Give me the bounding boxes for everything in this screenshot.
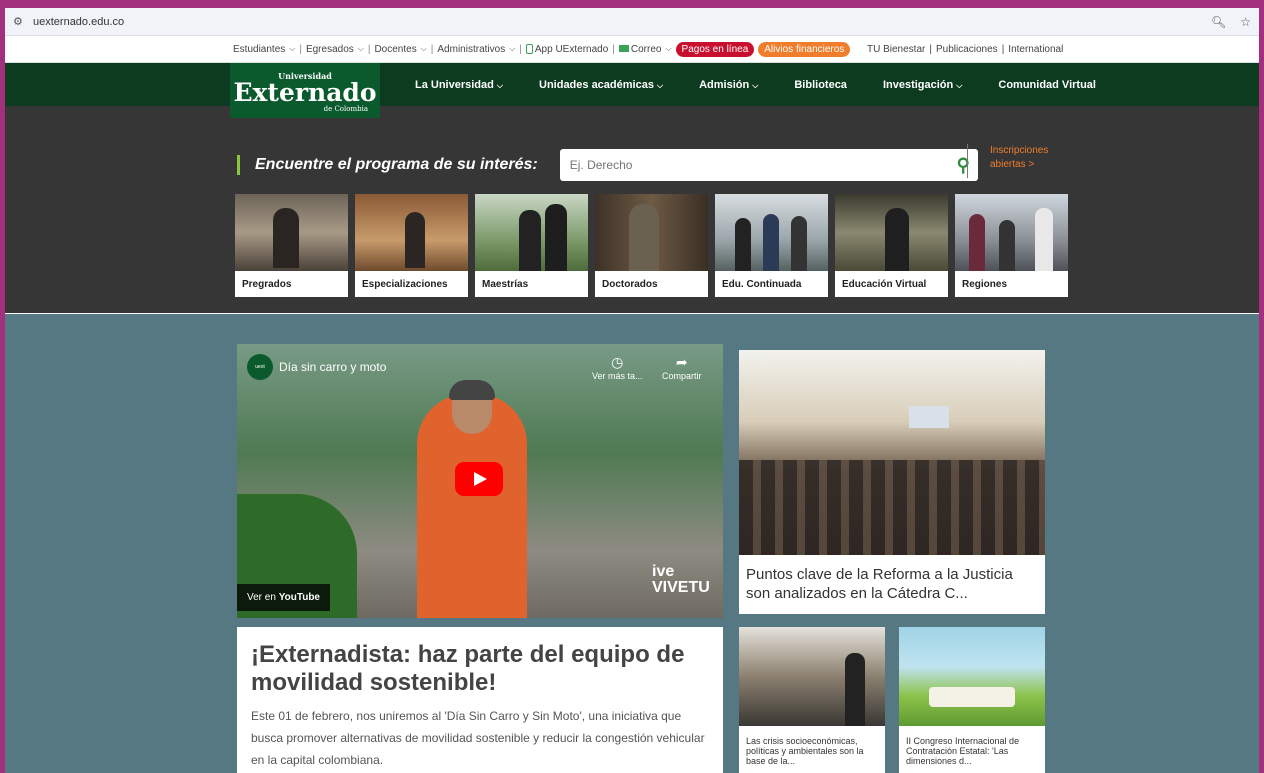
mail-icon bbox=[618, 45, 629, 53]
program-cards: Pregrados Especializaciones Maestrías Do… bbox=[235, 194, 1068, 297]
chevron-down-icon: ⌵ bbox=[496, 80, 503, 90]
news-title[interactable]: Las crisis socioeconómicas, políticas y … bbox=[739, 726, 885, 773]
pagos-button[interactable]: Pagos en línea bbox=[675, 41, 755, 57]
util-link-administrativos[interactable]: Administrativos bbox=[437, 44, 505, 55]
chevron-down-icon: ⌵ bbox=[956, 80, 963, 90]
news-illustration bbox=[899, 627, 1045, 726]
chevron-down-icon: ⌵ bbox=[357, 44, 364, 53]
chevron-down-icon: ⌵ bbox=[752, 80, 759, 90]
chevron-down-icon: ⌵ bbox=[657, 80, 664, 90]
news-photo bbox=[739, 627, 885, 726]
program-card-especializaciones[interactable]: Especializaciones bbox=[355, 194, 468, 297]
zoom-icon[interactable]: 🔍︎ bbox=[1211, 15, 1226, 29]
program-card-regiones[interactable]: Regiones bbox=[955, 194, 1068, 297]
share-button[interactable]: ➦ Compartir bbox=[662, 354, 702, 381]
news-card-crisis[interactable]: Las crisis socioeconómicas, políticas y … bbox=[739, 627, 885, 773]
program-card-doctorados[interactable]: Doctorados bbox=[595, 194, 708, 297]
news-title[interactable]: Puntos clave de la Reforma a la Justicia… bbox=[739, 555, 1045, 613]
nav-biblioteca[interactable]: Biblioteca bbox=[794, 79, 847, 91]
accent-bar bbox=[237, 155, 240, 175]
program-card-maestrias[interactable]: Maestrías bbox=[475, 194, 588, 297]
youtube-logo: YouTube bbox=[278, 592, 320, 603]
program-photo bbox=[475, 194, 588, 271]
nav-unidades[interactable]: Unidades académicas ⌵ bbox=[539, 79, 663, 91]
program-card-educacion-virtual[interactable]: Educación Virtual bbox=[835, 194, 948, 297]
channel-logo[interactable]: uext bbox=[247, 354, 273, 380]
util-link-docentes[interactable]: Docentes bbox=[374, 44, 416, 55]
browser-window: ⚙ uexternado.edu.co 🔍︎ ☆ Estudiantes ⌵ | E… bbox=[5, 8, 1259, 773]
nav-investigacion[interactable]: Investigación ⌵ bbox=[883, 79, 962, 91]
externado-logo[interactable]: Universidad Externado de Colombia bbox=[230, 63, 380, 118]
utility-bar: Estudiantes ⌵ | Egresados ⌵ | Docentes ⌵ | Adm… bbox=[5, 36, 1259, 63]
program-search-band: Encuentre el programa de su interés: ⚲ I… bbox=[5, 106, 1259, 313]
program-photo bbox=[715, 194, 828, 271]
address-bar[interactable]: ⚙ uexternado.edu.co 🔍︎ ☆ bbox=[5, 8, 1259, 36]
nav-admision[interactable]: Admisión ⌵ bbox=[699, 79, 758, 91]
youtube-video[interactable]: uext Día sin carro y moto ◷ Ver más ta...… bbox=[237, 344, 723, 618]
headline-card[interactable]: ¡Externadista: haz parte del equipo de m… bbox=[237, 627, 723, 773]
news-section: uext Día sin carro y moto ◷ Ver más ta...… bbox=[5, 314, 1259, 773]
nav-la-universidad[interactable]: La Universidad ⌵ bbox=[415, 79, 503, 91]
site-settings-icon[interactable]: ⚙ bbox=[13, 16, 25, 28]
phone-icon bbox=[525, 43, 533, 54]
alivios-button[interactable]: Alivios financieros bbox=[758, 41, 851, 57]
search-title: Encuentre el programa de su interés: bbox=[255, 156, 538, 173]
util-link-international[interactable]: International bbox=[1008, 44, 1063, 55]
util-link-bienestar[interactable]: TU Bienestar bbox=[867, 44, 925, 55]
headline-body: Este 01 de febrero, nos uniremos al 'Día… bbox=[251, 709, 705, 767]
clock-icon: ◷ bbox=[611, 354, 624, 370]
news-title[interactable]: II Congreso Internacional de Contratació… bbox=[899, 726, 1045, 773]
watch-on-youtube-button[interactable]: Ver en YouTube bbox=[237, 584, 330, 611]
nav-comunidad-virtual[interactable]: Comunidad Virtual bbox=[998, 79, 1096, 91]
share-icon: ➦ bbox=[675, 354, 688, 370]
util-link-egresados[interactable]: Egresados bbox=[306, 44, 354, 55]
program-photo bbox=[235, 194, 348, 271]
news-card-reforma[interactable]: Puntos clave de la Reforma a la Justicia… bbox=[739, 350, 1045, 614]
util-link-publicaciones[interactable]: Publicaciones bbox=[936, 44, 998, 55]
url-text[interactable]: uexternado.edu.co bbox=[33, 16, 124, 28]
program-card-edu-continuada[interactable]: Edu. Continuada bbox=[715, 194, 828, 297]
chevron-down-icon: ⌵ bbox=[509, 44, 516, 53]
play-button[interactable] bbox=[455, 462, 503, 496]
program-photo bbox=[955, 194, 1068, 271]
util-link-estudiantes[interactable]: Estudiantes bbox=[233, 44, 285, 55]
search-box[interactable]: ⚲ bbox=[559, 149, 978, 181]
chevron-down-icon: ⌵ bbox=[665, 44, 672, 53]
chevron-down-icon: ⌵ bbox=[289, 44, 296, 53]
program-photo bbox=[355, 194, 468, 271]
news-card-congreso[interactable]: II Congreso Internacional de Contratació… bbox=[899, 627, 1045, 773]
vive-tu-logo: ive VIVETU bbox=[652, 563, 710, 596]
app-link[interactable]: App UExternado bbox=[525, 43, 608, 55]
news-photo bbox=[739, 350, 1045, 555]
chevron-down-icon: ⌵ bbox=[420, 44, 427, 53]
search-input[interactable] bbox=[569, 158, 957, 172]
inscripciones-link[interactable]: Inscripciones abiertas > bbox=[967, 144, 1048, 178]
program-card-pregrados[interactable]: Pregrados bbox=[235, 194, 348, 297]
correo-link[interactable]: Correo bbox=[618, 44, 661, 55]
video-title[interactable]: Día sin carro y moto bbox=[279, 360, 386, 374]
watch-later-button[interactable]: ◷ Ver más ta... bbox=[592, 354, 643, 381]
main-nav: Universidad Externado de Colombia La Uni… bbox=[5, 63, 1259, 118]
headline-title[interactable]: ¡Externadista: haz parte del equipo de m… bbox=[251, 641, 709, 697]
program-photo bbox=[595, 194, 708, 271]
bookmark-star-icon[interactable]: ☆ bbox=[1240, 15, 1251, 29]
program-photo bbox=[835, 194, 948, 271]
